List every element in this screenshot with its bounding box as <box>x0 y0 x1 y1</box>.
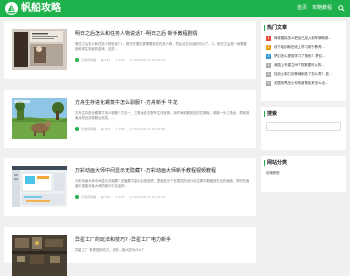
author-avatar <box>75 195 79 199</box>
search-input[interactable] <box>266 122 341 131</box>
hot-article-item[interactable]: 4 我国上市建立NFT的数据可以的... <box>266 63 346 68</box>
view-count: ◉ 354 <box>101 127 111 131</box>
hot-article-item[interactable]: 1 驾驶模拟怎么把自己加入到车辆驾驶... <box>266 36 346 41</box>
article-meta: 扫地僧攻略 ◉ 441 ✎ 274 ◷ 2023-05-19 10:40:43 <box>75 58 165 63</box>
view-count: ◉ 328 <box>101 195 111 199</box>
comment-count: ✎ 274 <box>115 58 125 62</box>
article-meta: 扫地僧攻略 ◉ 328 ✎ 245 ◷ 2023-05-19 10:41:43 <box>75 195 165 200</box>
search-widget: 搜索 <box>261 107 346 150</box>
hot-article-item[interactable]: 3 梦幻怎么提前学习了角色? -梦幻... <box>266 54 346 59</box>
hot-article-title[interactable]: 我国上市建立NFT的数据可以的... <box>274 63 324 68</box>
article-title[interactable]: 万彩动画大师中间显示无隐藏? -万彩动画大师新手教程视频教程 <box>75 168 216 175</box>
hot-articles-widget: 热门文章 1 驾驶模拟怎么把自己加入到车辆驾驶... 2 线下培训和在线上学习用于教… <box>261 21 346 101</box>
top-navbar: 帆船攻略 首页 攻略教程 <box>0 0 350 17</box>
sailboat-logo-icon[interactable] <box>5 2 18 15</box>
author-avatar <box>75 58 79 62</box>
post-date: ◷ 2023-05-19 10:41:43 <box>129 195 165 199</box>
article-thumbnail[interactable] <box>12 29 67 70</box>
article-thumbnail[interactable] <box>12 235 67 276</box>
article-excerpt: 明日之后怎么和任务人物说话? 1、首先先要位置需要到达任务人物，然后点击对话即可… <box>75 42 247 52</box>
search-icon[interactable] <box>338 5 345 12</box>
rank-badge: 4 <box>266 63 271 68</box>
article-excerpt: 异星工厂 有很强的动力，也在...能大的为什么？ <box>75 248 146 252</box>
hot-article-title[interactable]: 无限世界战士你的新角色来怎么出... <box>274 81 328 86</box>
article-card: 异星工厂的玩法和技巧? -异星工厂电力新手 异星工厂 有很强的动力，也在...能… <box>4 227 256 276</box>
author[interactable]: 扫地僧攻略 <box>75 195 96 200</box>
comment-count: ✎ 238 <box>115 127 125 131</box>
article-excerpt: 方舟生存进化螺蒸牛怎么驯服? 方法一、三角龙在去野外生成优势，用时间驯服其在的位… <box>75 111 250 121</box>
nav-home-link[interactable]: 首页 <box>297 5 307 12</box>
comment-count: ✎ 245 <box>115 195 125 199</box>
nav-tutorials-link[interactable]: 攻略教程 <box>312 5 332 12</box>
category-link[interactable]: 攻略教程 <box>266 171 346 176</box>
rank-badge: 3 <box>266 54 271 59</box>
site-name[interactable]: 帆船攻略 <box>21 2 61 15</box>
article-thumbnail[interactable] <box>12 166 67 207</box>
article-thumbnail[interactable] <box>12 98 67 139</box>
search-heading: 搜索 <box>264 111 277 117</box>
author[interactable]: 扫地僧攻略 <box>75 127 96 132</box>
article-title[interactable]: 异星工厂的玩法和技巧? -异星工厂电力新手 <box>75 237 171 244</box>
rank-badge: 2 <box>266 45 271 50</box>
article-card: 方舟生存进化螺蒸牛怎么驯服? -方舟新手 牛龙 方舟生存进化螺蒸牛怎么驯服? 方… <box>4 90 256 148</box>
rank-badge: 5 <box>266 72 271 77</box>
hot-article-title[interactable]: 狂战士和刀剑神域刷多了怎么弄? -狂... <box>274 72 332 77</box>
article-title[interactable]: 明日之后怎么和任务人物说话? -明日之后 新手教程剧情 <box>75 31 198 38</box>
article-card: 万彩动画大师中间显示无隐藏? -万彩动画大师新手教程视频教程 万彩动画大师中间显… <box>4 158 256 216</box>
author[interactable]: 扫地僧攻略 <box>75 58 96 63</box>
hot-article-title[interactable]: 驾驶模拟怎么把自己加入到车辆驾驶... <box>274 36 331 41</box>
article-meta: 扫地僧攻略 ◉ 354 ✎ 238 ◷ 2023-05-19 10:40:58 <box>75 127 165 132</box>
rank-badge: 1 <box>266 36 271 41</box>
categories-widget: 网站分类 攻略教程 <box>261 156 346 192</box>
article-title[interactable]: 方舟生存进化螺蒸牛怎么驯服? -方舟新手 牛龙 <box>75 100 178 107</box>
hot-article-title[interactable]: 线下培训和在线上学习用于教育... <box>274 45 325 50</box>
hot-article-item[interactable]: 2 线下培训和在线上学习用于教育... <box>266 45 346 50</box>
post-date: ◷ 2023-05-19 10:40:58 <box>129 127 165 131</box>
view-count: ◉ 441 <box>101 58 111 62</box>
post-date: ◷ 2023-05-19 10:40:43 <box>129 58 165 62</box>
hot-article-item[interactable]: 5 狂战士和刀剑神域刷多了怎么弄? -狂... <box>266 72 346 77</box>
hot-article-title[interactable]: 梦幻怎么提前学习了角色? -梦幻... <box>274 54 325 59</box>
categories-heading: 网站分类 <box>264 160 287 166</box>
rank-badge: 6 <box>266 81 271 86</box>
author-avatar <box>75 127 79 131</box>
hot-articles-heading: 热门文章 <box>264 25 287 31</box>
article-card: 明日之后怎么和任务人物说话? -明日之后 新手教程剧情 明日之后怎么和任务人物说… <box>4 21 256 79</box>
hot-article-item[interactable]: 6 无限世界战士你的新角色来怎么出... <box>266 81 346 86</box>
article-excerpt: 万彩动画大师中间显示无隐藏? 无隐藏中显示后是选项，里面显示个在属性的设计后位置… <box>75 179 250 189</box>
